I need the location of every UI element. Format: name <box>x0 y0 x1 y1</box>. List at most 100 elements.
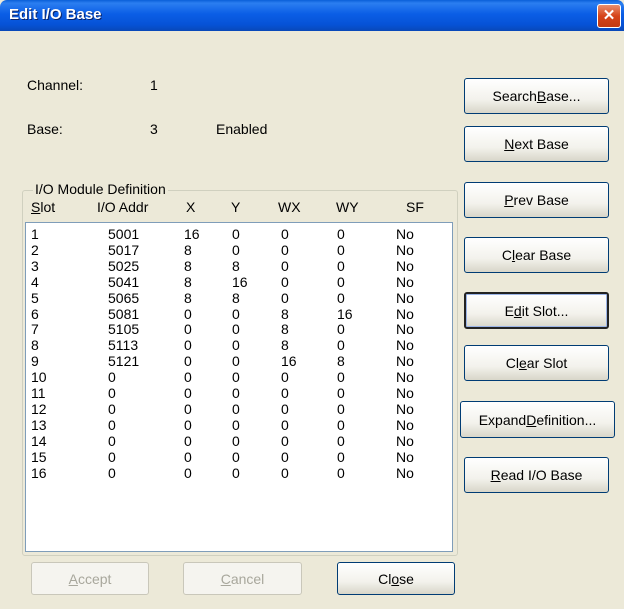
cell-sf: No <box>396 257 414 274</box>
cell-y: 0 <box>232 448 240 465</box>
table-row[interactable]: 16 0 0 0 0 0 No <box>26 464 452 481</box>
search-base-button[interactable]: Search Base... <box>464 78 609 114</box>
cell-x: 0 <box>184 369 192 386</box>
cell-wy: 0 <box>337 369 345 386</box>
cell-slot: 16 <box>31 464 47 481</box>
cell-sf: No <box>396 432 414 449</box>
slot-list[interactable]: 1 5001 16 0 0 0 No 2 5017 8 0 0 0 No 3 5025 8 8 0 0 No 4 5041 8… <box>25 222 453 552</box>
cell-x: 0 <box>184 432 192 449</box>
channel-value: 1 <box>150 77 158 93</box>
cell-wx: 0 <box>281 241 289 258</box>
cell-slot: 15 <box>31 448 47 465</box>
col-header-slot: Slot <box>31 199 56 215</box>
table-row[interactable]: 13 0 0 0 0 0 No <box>26 416 452 433</box>
table-row[interactable]: 12 0 0 0 0 0 No <box>26 400 452 417</box>
cell-wx: 0 <box>281 369 289 386</box>
table-row[interactable]: 4 5041 8 16 0 0 No <box>26 273 452 290</box>
cell-slot: 3 <box>31 257 39 274</box>
table-row[interactable]: 11 0 0 0 0 0 No <box>26 386 452 401</box>
cell-wx: 0 <box>281 464 289 481</box>
cell-addr: 0 <box>108 416 116 433</box>
cell-sf: No <box>396 337 414 354</box>
table-row[interactable]: 8 5113 0 0 8 0 No <box>26 338 452 353</box>
table-row[interactable]: 10 0 0 0 0 0 No <box>26 370 452 385</box>
close-icon: ✕ <box>602 7 616 24</box>
edit-io-base-dialog: Edit I/O Base ✕ Channel: 1 Base: 3 Enabl… <box>0 0 624 609</box>
cell-x: 0 <box>184 353 192 370</box>
cell-y: 0 <box>232 385 240 401</box>
col-header-wx: WX <box>278 199 301 215</box>
cell-wx: 0 <box>281 273 289 290</box>
cell-wx: 0 <box>281 257 289 274</box>
cell-y: 0 <box>232 400 240 417</box>
cell-x: 8 <box>184 273 192 290</box>
cell-sf: No <box>396 464 414 481</box>
cell-sf: No <box>396 369 414 386</box>
cell-sf: No <box>396 400 414 417</box>
cell-wy: 0 <box>337 432 345 449</box>
cell-x: 0 <box>184 400 192 417</box>
cell-x: 0 <box>184 464 192 481</box>
cell-wy: 0 <box>337 337 345 354</box>
cell-wy: 0 <box>337 273 345 290</box>
base-value: 3 <box>150 121 158 137</box>
cell-sf: No <box>396 353 414 370</box>
cell-y: 0 <box>232 305 240 322</box>
cell-x: 0 <box>184 337 192 354</box>
table-row[interactable]: 6 5081 0 0 8 16 No <box>26 305 452 322</box>
base-label: Base: <box>27 121 63 137</box>
cell-sf: No <box>396 226 414 242</box>
cell-addr: 5105 <box>108 321 140 338</box>
cancel-button[interactable]: Cancel <box>183 562 302 595</box>
cell-y: 8 <box>232 289 240 306</box>
cell-sf: No <box>396 241 414 258</box>
cell-wx: 0 <box>281 289 289 306</box>
cell-addr: 5121 <box>108 353 140 370</box>
table-row[interactable]: 2 5017 8 0 0 0 No <box>26 241 452 258</box>
cell-wy: 0 <box>337 289 345 306</box>
cell-addr: 5113 <box>108 337 139 354</box>
cell-wy: 0 <box>337 464 345 481</box>
cell-slot: 13 <box>31 416 47 433</box>
table-row[interactable]: 15 0 0 0 0 0 No <box>26 448 452 465</box>
cell-x: 0 <box>184 385 192 401</box>
cell-slot: 5 <box>31 289 39 306</box>
cell-x: 8 <box>184 289 192 306</box>
expand-definition-button[interactable]: Expand Definition... <box>460 401 615 438</box>
clear-slot-button[interactable]: Cl e ar Slot <box>464 345 609 381</box>
cell-wy: 0 <box>337 321 345 338</box>
cell-addr: 5041 <box>108 273 140 290</box>
close-button[interactable]: Cl o se <box>337 562 455 595</box>
col-header-wy: WY <box>336 199 359 215</box>
cell-slot: 7 <box>31 321 39 338</box>
cell-sf: No <box>396 273 414 290</box>
base-status: Enabled <box>216 121 268 137</box>
title-bar[interactable]: Edit I/O Base ✕ <box>0 0 624 31</box>
clear-base-button[interactable]: Cl ear Base <box>464 237 609 273</box>
cell-x: 0 <box>184 448 192 465</box>
channel-label: Channel: <box>27 77 84 93</box>
table-row[interactable]: 14 0 0 0 0 0 No <box>26 432 452 449</box>
table-row[interactable]: 1 5001 16 0 0 0 No <box>26 227 452 242</box>
table-row[interactable]: 3 5025 8 8 0 0 No <box>26 257 452 274</box>
prev-base-button[interactable]: Prev Base <box>464 182 609 218</box>
cell-sf: No <box>396 385 414 401</box>
cell-wy: 0 <box>337 241 345 258</box>
read-io-base-button[interactable]: Read I/O Base <box>464 457 609 493</box>
cell-y: 0 <box>232 226 240 242</box>
accept-button[interactable]: Accept <box>31 562 149 595</box>
table-row[interactable]: 7 5105 0 0 8 0 No <box>26 322 452 337</box>
next-base-button[interactable]: Next Base <box>464 126 609 162</box>
cell-slot: 6 <box>31 305 39 322</box>
cell-wy: 0 <box>337 385 345 401</box>
cell-wx: 0 <box>281 448 289 465</box>
table-row[interactable]: 5 5065 8 8 0 0 No <box>26 289 452 306</box>
table-row[interactable]: 9 5121 0 0 16 8 No <box>26 354 452 369</box>
edit-slot-button[interactable]: Ed it Slot... <box>464 292 609 329</box>
cell-addr: 5001 <box>108 226 140 242</box>
cell-wy: 0 <box>337 416 345 433</box>
cell-y: 0 <box>232 432 240 449</box>
window-title: Edit I/O Base <box>9 6 102 23</box>
cell-sf: No <box>396 321 414 338</box>
close-window-button[interactable]: ✕ <box>597 4 621 28</box>
